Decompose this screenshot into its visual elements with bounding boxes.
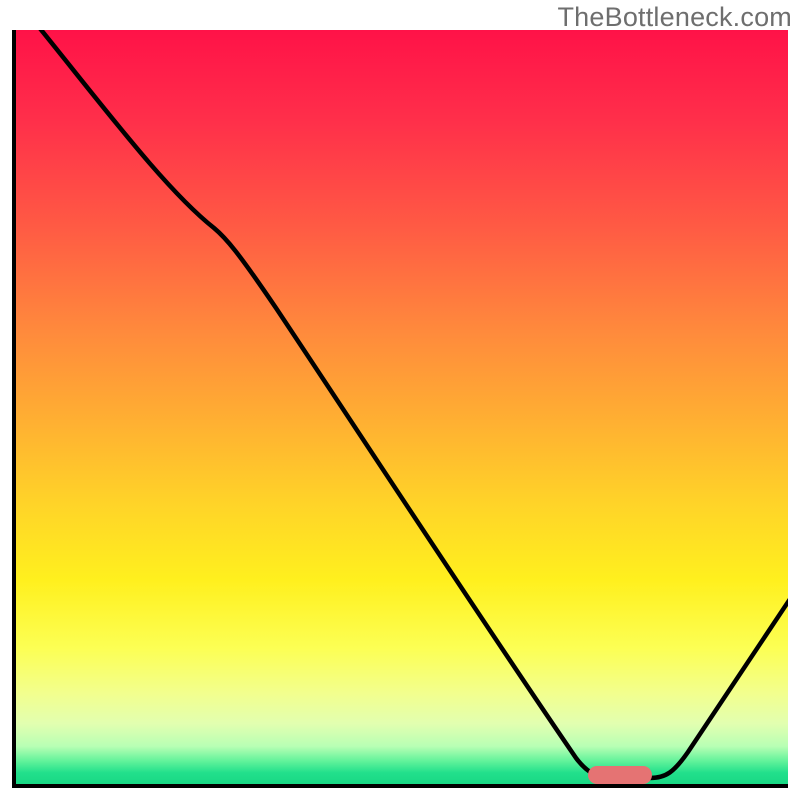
chart-container: TheBottleneck.com [0,0,800,800]
watermark-text: TheBottleneck.com [557,2,792,33]
optimal-range-marker [588,766,652,784]
bottleneck-curve [16,30,788,784]
plot-area [12,30,788,788]
curve-path [38,30,788,778]
